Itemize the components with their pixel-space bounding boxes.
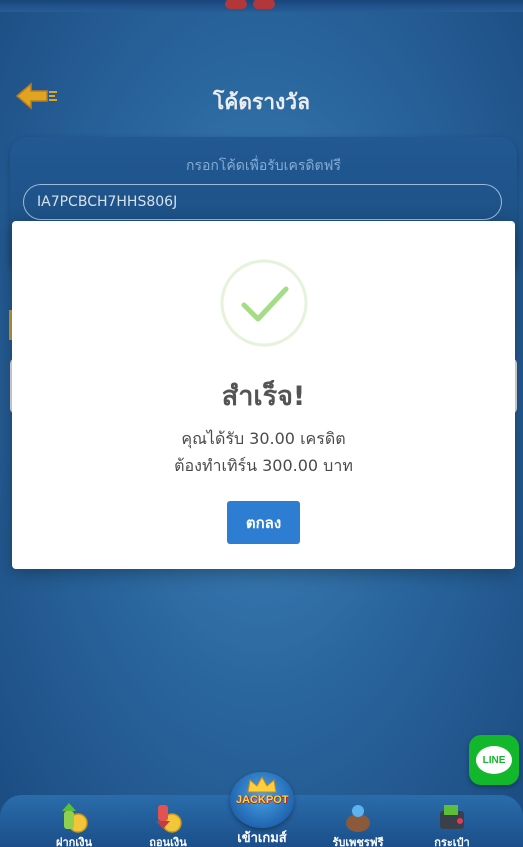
nav-rewards[interactable]: รับเพชรฟรี: [318, 795, 398, 847]
crown-icon: [247, 775, 277, 793]
jackpot-badge-text: JACKPOT: [236, 794, 289, 806]
treasure-bag-icon: [346, 805, 370, 832]
nav-withdraw[interactable]: ถอนเงิน: [128, 795, 208, 847]
turnover-requirement-text: ต้องทำเทิร์น 300.00 บาท: [174, 456, 353, 475]
ok-button[interactable]: ตกลง: [227, 501, 300, 544]
line-chat-button[interactable]: LINE: [469, 735, 519, 785]
withdraw-icon: [156, 805, 182, 833]
nav-wallet-label: กระเป๋า: [434, 836, 470, 847]
check-circle-icon: [220, 259, 308, 347]
nav-play-games-label: เข้าเกมส์: [237, 831, 287, 846]
line-icon: LINE: [476, 746, 512, 774]
deposit-icon: [62, 803, 88, 833]
wallet-icon: [440, 805, 464, 829]
nav-play-games[interactable]: JACKPOT เข้าเกมส์: [222, 772, 302, 847]
nav-withdraw-label: ถอนเงิน: [149, 836, 187, 847]
credit-received-text: คุณได้รับ 30.00 เครดิต: [181, 429, 346, 448]
line-label: LINE: [482, 754, 506, 766]
nav-deposit[interactable]: ฝากเงิน: [34, 795, 114, 847]
nav-deposit-label: ฝากเงิน: [56, 836, 92, 847]
nav-rewards-label: รับเพชรฟรี: [332, 836, 384, 847]
nav-wallet[interactable]: กระเป๋า: [412, 795, 492, 847]
success-dialog: สำเร็จ! คุณได้รับ 30.00 เครดิต ต้องทำเทิ…: [12, 221, 515, 569]
jackpot-icon: JACKPOT: [230, 772, 294, 828]
dialog-title: สำเร็จ!: [221, 381, 306, 412]
